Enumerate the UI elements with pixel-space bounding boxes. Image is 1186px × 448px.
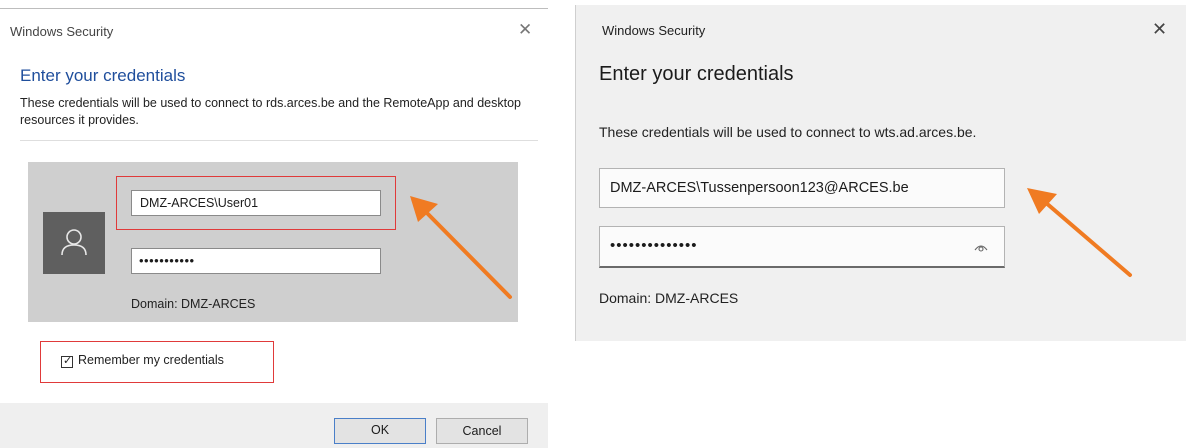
top-border <box>0 8 548 9</box>
right-credentials-dialog: Windows Security ✕ Enter your credential… <box>575 5 1186 341</box>
divider <box>20 140 538 141</box>
close-icon[interactable]: ✕ <box>1152 19 1167 40</box>
username-field[interactable]: DMZ-ARCES\Tussenpersoon123@ARCES.be <box>599 168 1005 208</box>
cancel-button[interactable]: Cancel <box>436 418 528 444</box>
arrow-icon <box>1027 188 1132 277</box>
domain-label: Domain: DMZ-ARCES <box>131 297 256 311</box>
domain-label: Domain: DMZ-ARCES <box>599 290 739 306</box>
avatar <box>43 212 105 274</box>
eye-icon[interactable] <box>974 241 988 253</box>
dialog-heading: Enter your credentials <box>20 66 186 85</box>
dialog-description: These credentials will be used to connec… <box>20 96 521 127</box>
dialog-description: These credentials will be used to connec… <box>599 124 977 140</box>
username-field[interactable]: DMZ-ARCES\User01 <box>131 190 381 216</box>
ok-button[interactable]: OK <box>334 418 426 444</box>
password-field[interactable]: •••••••••••••• <box>599 226 1005 268</box>
user-icon <box>61 229 87 256</box>
arrow-icon <box>410 196 512 299</box>
remember-label[interactable]: Remember my credentials <box>78 353 224 367</box>
checkmark-icon: ✓ <box>63 355 73 367</box>
dialog-heading: Enter your credentials <box>599 63 794 85</box>
window-title: Windows Security <box>602 23 706 38</box>
close-icon[interactable]: ✕ <box>518 20 532 40</box>
remember-checkbox[interactable]: ✓ <box>61 355 73 368</box>
password-field[interactable]: ••••••••••• <box>131 248 381 274</box>
window-title: Windows Security <box>10 24 114 39</box>
